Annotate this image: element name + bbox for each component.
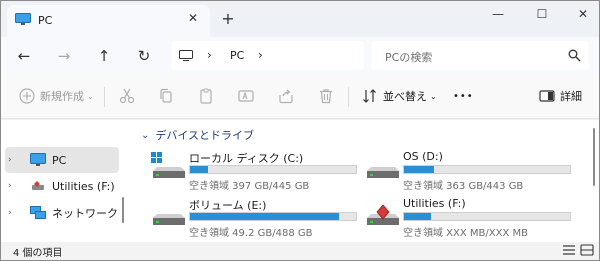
chevron-right-icon[interactable]: › [207, 48, 212, 62]
forward-button[interactable]: → [54, 46, 74, 66]
rename-icon [238, 90, 254, 102]
drive-usage-fill [404, 166, 434, 173]
chevron-down-icon: ⌄ [87, 91, 94, 101]
drive-usage-bar [189, 165, 357, 174]
monitor-icon [179, 50, 193, 61]
details-pane-button[interactable]: 詳細 [538, 85, 582, 107]
sort-button[interactable]: 並べ替え ⌄ [361, 85, 437, 107]
sidebar-item-label: Utilities (F:) [52, 179, 115, 193]
sidebar-item-label: PC [52, 153, 67, 167]
details-pane-label: 詳細 [560, 90, 582, 103]
share-icon [279, 89, 293, 104]
new-button-label: 新規作成 [40, 90, 84, 103]
rename-button[interactable] [237, 85, 255, 107]
drive-name: ローカル ディスク (C:) [189, 152, 304, 165]
toolbar-divider [104, 87, 105, 107]
monitor-icon [15, 13, 31, 25]
list-view-icon[interactable] [562, 244, 576, 256]
chevron-right-icon[interactable]: › [258, 48, 263, 62]
minimize-button[interactable]: — [488, 5, 508, 23]
see-more-button[interactable]: ••• [453, 85, 474, 107]
drive-name: ボリューム (E:) [189, 199, 267, 212]
cut-button[interactable] [118, 85, 136, 107]
sidebar-item-network[interactable]: › ネットワーク [5, 200, 119, 226]
close-tab-icon[interactable]: ✕ [185, 10, 201, 26]
section-title: デバイスとドライブ [155, 129, 255, 142]
drive-free-space: 空き領域 363 GB/443 GB [403, 181, 524, 192]
file-explorer-window: PC ✕ + — ☐ ✕ ← → ↑ ↻ › PC › PCの検索 新規作成 ⌄… [0, 0, 600, 261]
drive-free-space: 空き領域 397 GB/445 GB [189, 181, 310, 192]
trash-icon [320, 89, 332, 104]
chevron-down-icon[interactable]: ⌄ [141, 130, 149, 141]
usb-drive-icon [32, 181, 44, 190]
paste-button[interactable] [197, 85, 215, 107]
tab-pc[interactable]: PC ✕ [7, 5, 210, 37]
navigation-pane: › PC › Utilities (F:) › ネットワーク [1, 120, 129, 242]
chevron-right-icon[interactable]: › [8, 208, 20, 218]
copy-icon [160, 88, 172, 103]
drive-name: Utilities (F:) [403, 197, 466, 210]
drive-item-d[interactable]: OS (D:) 空き領域 363 GB/443 GB [365, 150, 580, 192]
sidebar-item-pc[interactable]: › PC [5, 147, 119, 173]
breadcrumb-pc[interactable]: PC [230, 49, 244, 62]
toolbar-divider [348, 87, 349, 107]
hard-drive-icon [153, 214, 185, 225]
item-count: 4 個の項目 [13, 248, 63, 259]
back-button[interactable]: ← [14, 46, 34, 66]
command-bar: 新規作成 ⌄ 並べ替え ⌄ ••• 詳細 [1, 75, 599, 119]
details-pane-icon [539, 90, 555, 102]
refresh-button[interactable]: ↻ [134, 46, 154, 66]
delete-button[interactable] [317, 85, 335, 107]
plus-circle-icon [19, 88, 35, 104]
tab-title: PC [38, 14, 53, 27]
scissors-icon [119, 88, 135, 104]
network-icon [30, 206, 46, 219]
title-bar: PC ✕ + — ☐ ✕ [1, 1, 599, 37]
close-window-button[interactable]: ✕ [573, 5, 593, 23]
drive-usage-bar [403, 165, 571, 174]
share-button[interactable] [277, 85, 295, 107]
sort-button-label: 並べ替え [383, 90, 427, 103]
address-bar[interactable]: › PC › [171, 41, 364, 70]
monitor-icon [30, 153, 46, 166]
drive-usage-fill [190, 213, 340, 220]
tiles-view-icon[interactable] [580, 244, 594, 256]
drive-free-space: 空き領域 49.2 GB/488 GB [189, 228, 313, 239]
search-box[interactable]: PCの検索 [371, 41, 589, 70]
sort-icon [363, 89, 376, 103]
search-icon [568, 49, 581, 62]
content-scrollbar[interactable] [593, 128, 595, 186]
drive-item-c[interactable]: ローカル ディスク (C:) 空き領域 397 GB/445 GB [151, 150, 366, 192]
drive-usage-fill [404, 213, 431, 220]
chevron-right-icon[interactable]: › [8, 181, 20, 191]
search-input[interactable]: PCの検索 [385, 49, 432, 65]
new-tab-button[interactable]: + [220, 11, 236, 27]
status-bar: 4 個の項目 [1, 242, 599, 260]
new-button[interactable]: 新規作成 ⌄ [18, 85, 94, 107]
drive-usage-bar [403, 212, 571, 221]
drive-usage-fill [190, 166, 209, 173]
windows-drive-icon [151, 152, 185, 178]
content-pane: ⌄ デバイスとドライブ ローカル ディスク (C:) 空き領域 397 GB/4… [129, 120, 599, 242]
up-button[interactable]: ↑ [94, 46, 114, 66]
navigation-bar: ← → ↑ ↻ › PC › PCの検索 [1, 37, 599, 75]
drive-name: OS (D:) [403, 150, 443, 163]
removable-drive-icon [367, 204, 399, 225]
section-header-devices[interactable]: ⌄ デバイスとドライブ [141, 127, 254, 143]
drive-item-f[interactable]: Utilities (F:) 空き領域 XXX MB/XXX MB [365, 197, 580, 239]
chevron-down-icon: ⌄ [430, 91, 437, 101]
copy-button[interactable] [157, 85, 175, 107]
maximize-button[interactable]: ☐ [532, 5, 552, 23]
drive-free-space: 空き領域 XXX MB/XXX MB [403, 228, 528, 239]
chevron-right-icon[interactable]: › [8, 155, 20, 165]
sidebar-item-utilities[interactable]: › Utilities (F:) [5, 173, 119, 199]
hard-drive-icon [367, 167, 399, 178]
sidebar-scrollbar[interactable] [122, 197, 124, 223]
clipboard-icon [200, 88, 212, 104]
drive-usage-bar [189, 212, 357, 221]
sidebar-item-label: ネットワーク [52, 207, 118, 220]
drive-item-e[interactable]: ボリューム (E:) 空き領域 49.2 GB/488 GB [151, 197, 366, 239]
